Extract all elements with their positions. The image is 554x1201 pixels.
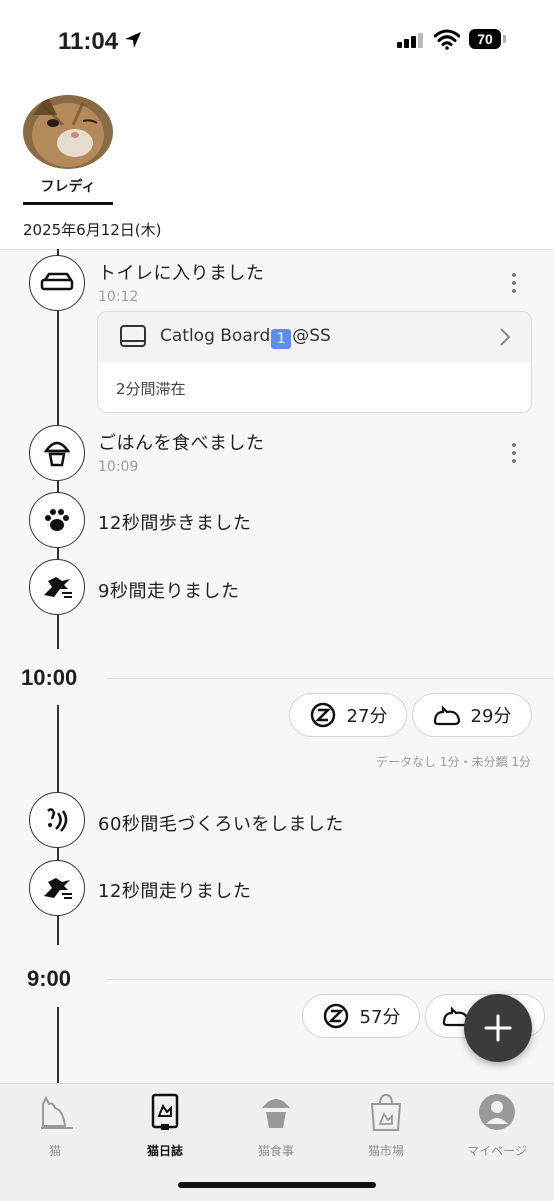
tab-label: 猫 [48,1144,61,1158]
add-record-button[interactable] [464,994,532,1062]
battery-indicator: 70 [469,29,509,51]
signal-icon [397,33,423,48]
more-options-icon[interactable] [506,271,522,295]
location-arrow-icon [125,32,141,48]
resting-cat-icon [433,705,460,726]
wifi-icon [434,29,460,50]
hour-label: 10:00 [21,665,78,690]
home-indicator [178,1182,376,1188]
tab-label: 猫市場 [367,1144,404,1158]
litter-box-icon [29,255,85,311]
toilet-detail-card[interactable]: Catlog Board 1 @SS 2分間滞在 [97,311,532,413]
tab-label: マイページ [467,1144,527,1158]
sleep-duration: 57分 [359,1007,401,1028]
sleep-summary-pill[interactable]: 57分 [302,994,420,1038]
board-number-badge: 1 [271,329,292,349]
board-name: Catlog Board 1 @SS [160,326,331,349]
food-bowl-icon [262,1099,290,1128]
more-options-icon[interactable] [506,441,522,465]
board-name-text: Catlog Board [160,326,271,346]
status-bar: 11:04 70 [0,0,554,80]
person-icon [479,1094,515,1130]
tab-mypage[interactable]: マイページ [442,1092,552,1162]
status-time: 11:04 [58,28,119,55]
board-suffix: @SS [292,326,331,346]
tab-market[interactable]: 猫市場 [331,1092,441,1162]
chevron-right-icon [500,328,511,346]
running-cat-icon [29,860,85,916]
battery-level: 70 [469,29,501,49]
sleep-icon [323,1003,348,1029]
running-cat-icon [29,559,85,615]
event-title: 60秒間毛づくろいをしました [98,814,344,835]
cat-avatar[interactable] [23,95,113,169]
diary-icon [151,1093,179,1130]
timeline-line [57,1007,59,1083]
event-title: 12秒間走りました [98,881,252,902]
event-title: ごはんを食べました [98,433,265,454]
cat-name: フレディ [40,179,96,195]
hour-divider [107,979,554,980]
event-title: 9秒間走りました [98,581,240,602]
stay-duration: 2分間滞在 [116,380,186,398]
board-icon [120,325,146,347]
tab-food[interactable]: 猫食事 [221,1092,331,1162]
cat-icon [41,1095,73,1129]
date-label: 2025年6月12日(木) [23,221,162,239]
date-header: 2025年6月12日(木) [0,207,554,250]
food-bowl-icon [29,425,85,481]
timeline: トイレに入りました 10:12 Catlog Board 1 @SS 2分間滞在 ご… [0,249,554,1083]
tab-diary[interactable]: 猫日誌 [110,1092,220,1162]
sleep-summary-pill[interactable]: 27分 [289,693,407,737]
paw-icon [29,492,85,548]
rest-summary-pill[interactable]: 29分 [412,693,532,737]
event-time: 10:12 [98,289,139,305]
tab-label: 猫食事 [257,1144,294,1158]
board-link[interactable]: Catlog Board 1 @SS [98,312,531,362]
shopping-bag-icon [370,1093,402,1131]
cat-selector: フレディ [0,80,554,208]
sleep-duration: 27分 [346,706,388,727]
sleep-icon [310,702,335,728]
hour-label: 9:00 [27,966,72,991]
rest-duration: 29分 [470,706,512,727]
tab-label: 猫日誌 [146,1144,183,1158]
tab-cat[interactable]: 猫 [0,1092,110,1162]
event-time: 10:09 [98,459,139,475]
data-note: データなし 1分・未分類 1分 [376,755,531,769]
event-title: トイレに入りました [98,263,265,284]
hour-divider [107,678,554,679]
selected-indicator [23,202,113,205]
plus-icon [484,1014,512,1042]
event-title: 12秒間歩きました [98,513,252,534]
grooming-icon [29,792,85,848]
